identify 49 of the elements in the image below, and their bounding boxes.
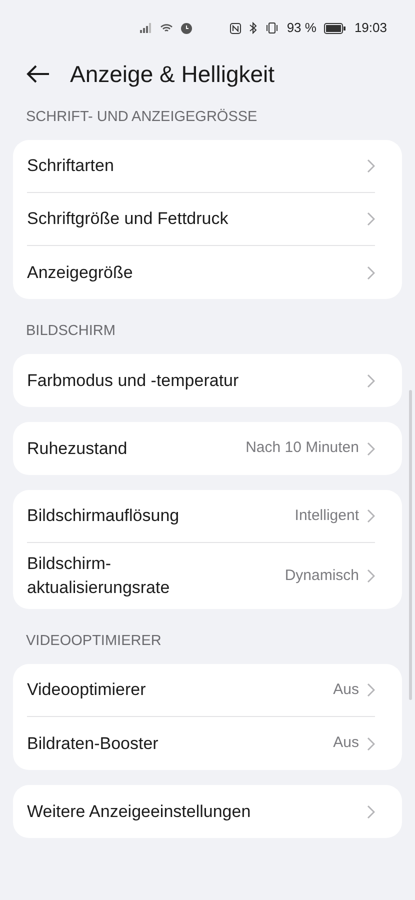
- chevron-icon: [367, 374, 375, 388]
- section-heading: SCHRIFT- UND ANZEIGEGRÖSSE: [25, 108, 258, 127]
- chevron-icon: [367, 509, 375, 523]
- clock-icon: [181, 22, 192, 34]
- settings-row[interactable]: Bildschirm- aktualisierungsrate Dynamisch: [27, 543, 375, 609]
- chevron-icon: [367, 159, 375, 173]
- row-value: Intelligent: [294, 506, 359, 526]
- battery-percentage: 93 %: [286, 19, 316, 38]
- settings-row[interactable]: Farbmodus und -temperatur: [27, 354, 375, 407]
- settings-row[interactable]: Bildschirmauflösung Intelligent: [27, 490, 375, 543]
- settings-row[interactable]: Videooptimierer Aus: [27, 664, 375, 717]
- chevron-icon: [367, 683, 375, 697]
- chevron-icon: [367, 569, 375, 583]
- settings-row[interactable]: Schriftgröße und Fettdruck: [27, 193, 375, 246]
- row-label: Bildschirm- aktualisierungsrate: [27, 553, 171, 599]
- chevron-icon: [367, 442, 375, 456]
- settings-row[interactable]: Bildraten-Booster Aus: [27, 717, 375, 770]
- settings-row[interactable]: Weitere Anzeigeeinstellungen: [27, 785, 375, 838]
- row-value: Aus: [333, 680, 359, 700]
- row-label: Ruhezustand: [27, 438, 128, 460]
- wifi-icon: [160, 23, 173, 33]
- section-heading: BILDSCHIRM: [25, 322, 116, 341]
- row-label: Bildraten-Booster: [27, 732, 160, 754]
- settings-row[interactable]: Schriftarten: [27, 140, 375, 193]
- page-title: Anzeige & Helligkeit: [70, 60, 275, 89]
- clock-time: 19:03: [354, 19, 387, 38]
- row-label: Anzeigegröße: [27, 262, 134, 284]
- bluetooth-icon: [248, 22, 257, 34]
- chevron-icon: [367, 266, 375, 280]
- row-value: Nach 10 Minuten: [246, 438, 359, 458]
- chevron-icon: [367, 736, 375, 750]
- row-value: Aus: [333, 733, 359, 754]
- battery-icon: [324, 22, 346, 34]
- settings-row[interactable]: Ruhezustand Nach 10 Minuten: [27, 422, 375, 475]
- nfc-icon: [230, 22, 241, 34]
- row-label: Schriftarten: [27, 155, 115, 177]
- row-label: Bildschirmauflösung: [27, 505, 180, 527]
- chevron-icon: [367, 804, 375, 818]
- chevron-icon: [367, 212, 375, 226]
- row-label: Weitere Anzeigeeinstellungen: [27, 800, 252, 822]
- signal-icon: [140, 23, 152, 33]
- row-label: Schriftgröße und Fettdruck: [27, 208, 230, 230]
- row-label: Videooptimierer: [27, 679, 147, 701]
- row-value: Dynamisch: [284, 566, 359, 586]
- vibrate-icon: [264, 22, 279, 34]
- section-heading: VIDEOOPTIMIERER: [25, 632, 162, 651]
- back-arrow-icon[interactable]: [26, 65, 50, 83]
- row-label: Farbmodus und -temperatur: [27, 370, 240, 392]
- settings-row[interactable]: Anzeigegröße: [27, 246, 375, 299]
